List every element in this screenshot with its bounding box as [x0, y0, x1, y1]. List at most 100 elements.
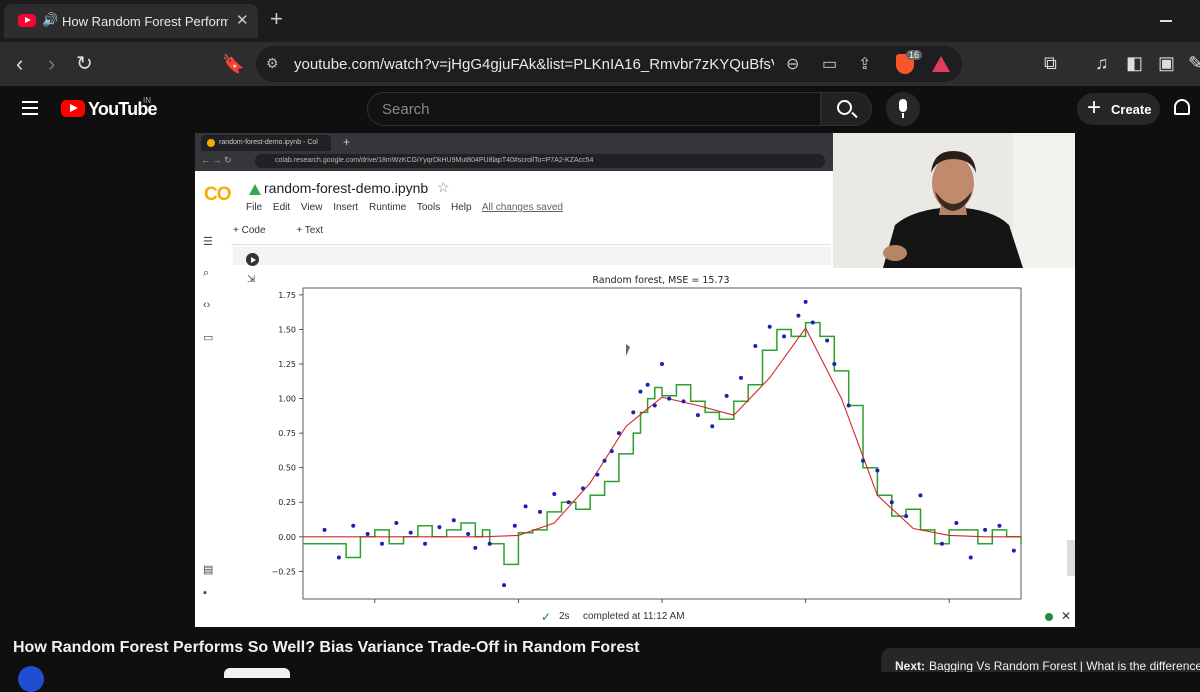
video-nav-icons: ← → ↻ [201, 155, 232, 165]
wallet-icon[interactable]: ▣ [1158, 53, 1175, 74]
sample-point [767, 324, 772, 329]
sample-point [983, 527, 988, 532]
forward-icon[interactable]: › [48, 51, 55, 77]
chart-marks [303, 299, 1022, 588]
speaker-icon[interactable]: 🔊 [42, 12, 58, 28]
youtube-logo-icon[interactable] [61, 100, 85, 117]
site-settings-icon[interactable]: ⚙ [266, 55, 279, 72]
terminal-icon: ▪ [203, 587, 207, 599]
sample-point [738, 375, 743, 380]
command-palette-icon: ▤ [203, 564, 214, 576]
create-label: Create [1111, 102, 1152, 117]
code-snippets-icon: ‹› [203, 299, 211, 311]
y-tick-label: 0.75 [278, 429, 296, 438]
y-tick-label: 1.75 [278, 291, 296, 300]
sample-point [537, 509, 542, 514]
sample-point [660, 362, 664, 367]
video-title: How Random Forest Performs So Well? Bias… [13, 639, 640, 656]
y-tick-label: −0.25 [271, 567, 296, 576]
share-icon[interactable]: ⇪ [858, 54, 871, 74]
country-code: IN [143, 96, 151, 105]
sample-point [861, 458, 866, 463]
add-code-text: Code [241, 225, 266, 236]
sample-point [437, 525, 442, 530]
sample-point [502, 583, 507, 588]
create-button[interactable]: + Create [1077, 93, 1160, 125]
y-tick-label: 1.25 [278, 360, 296, 369]
sample-point [523, 504, 528, 509]
bookmark-icon[interactable]: 🔖 [222, 51, 244, 77]
next-title[interactable]: Bagging Vs Random Forest | What is the d… [929, 659, 1200, 672]
search-tabs-icon[interactable]: ⧉ [1044, 53, 1057, 74]
colab-menu-item: Edit [272, 202, 291, 213]
sidebar-icon[interactable]: ◧ [1126, 53, 1143, 74]
chart-title: Random forest, MSE = 15.73 [592, 275, 729, 286]
true-function-line [303, 327, 1021, 538]
video-player[interactable]: random-forest-demo.ipynb - Col + ← → ↻ c… [195, 133, 1075, 627]
sample-point [609, 449, 614, 454]
files-icon: ▭ [203, 332, 214, 344]
sample-point [336, 555, 341, 560]
search-box[interactable] [367, 92, 821, 126]
close-tab-icon[interactable]: ✕ [236, 11, 249, 29]
search-input[interactable] [368, 93, 820, 125]
colab-logo: CO [204, 184, 231, 205]
notifications-bell-icon[interactable] [1174, 99, 1190, 115]
sample-point [753, 344, 758, 349]
video-browser-chrome: random-forest-demo.ipynb - Col + ← → ↻ c… [195, 133, 833, 171]
search-button[interactable] [820, 92, 872, 126]
sample-point [997, 523, 1002, 528]
up-next-banner[interactable]: Next: Bagging Vs Random Forest | What is … [881, 648, 1200, 672]
sample-point [810, 320, 815, 325]
drive-icon [249, 184, 261, 195]
sample-point [954, 520, 959, 525]
brave-shield-count: 16 [906, 50, 923, 60]
cast-icon[interactable]: ▭ [822, 54, 837, 74]
zoom-icon[interactable]: ⊖ [786, 54, 799, 74]
sample-point [710, 424, 715, 429]
success-check-icon: ✓ [541, 610, 552, 624]
next-label: Next: [895, 659, 926, 672]
subscribe-button[interactable] [224, 668, 290, 678]
reload-icon[interactable]: ↻ [76, 51, 93, 77]
sample-point [616, 431, 621, 436]
add-text-text: Text [304, 225, 324, 236]
colab-menu-bar: File Edit View Insert Runtime Tools Help… [246, 202, 571, 213]
sample-point [595, 472, 600, 477]
hamburger-menu-icon[interactable] [22, 101, 38, 119]
url-text[interactable]: youtube.com/watch?v=jHgG4gjuFAk&list=PLK… [294, 56, 774, 73]
connected-indicator-icon [1045, 613, 1053, 621]
sample-point [451, 518, 456, 523]
sample-point [351, 523, 356, 528]
sample-point [473, 545, 478, 550]
browser-tab[interactable]: 🔊 How Random Forest Performs So Well? Bi… [4, 4, 258, 38]
voice-search-button[interactable] [886, 92, 920, 126]
tab-title: How Random Forest Performs So Well? Bias… [62, 14, 228, 29]
sample-point [846, 403, 851, 408]
new-tab-button[interactable]: + [270, 8, 283, 30]
brave-rewards-icon[interactable] [932, 56, 950, 72]
saved-status: All changes saved [481, 202, 563, 213]
add-text-label: + Text [296, 225, 324, 236]
youtube-favicon-icon [18, 14, 36, 27]
run-cell-icon [246, 253, 259, 266]
plot-frame [302, 287, 1022, 600]
sample-point [322, 527, 327, 532]
sample-point [652, 403, 657, 408]
music-icon[interactable]: ♫ [1095, 53, 1109, 74]
address-bar[interactable]: ⚙ youtube.com/watch?v=jHgG4gjuFAk&list=P… [256, 46, 962, 82]
browser-toolbar: ‹ › ↻ 🔖 ⚙ youtube.com/watch?v=jHgG4gjuFA… [0, 42, 1200, 86]
star-icon: ☆ [437, 179, 450, 195]
video-url-bar: colab.research.google.com/drive/18mWzKCG… [255, 154, 825, 168]
sample-point [645, 382, 650, 387]
sample-point [724, 393, 729, 398]
sample-point [512, 523, 517, 528]
y-tick-label: 0.25 [278, 498, 296, 507]
extensions-icon[interactable]: ✎ [1188, 53, 1200, 74]
back-icon[interactable]: ‹ [16, 51, 23, 77]
sample-point [695, 413, 700, 418]
y-tick-label: 1.50 [278, 325, 296, 334]
sample-point [968, 555, 973, 560]
channel-avatar[interactable] [18, 666, 44, 692]
minimize-window-button[interactable] [1160, 20, 1172, 22]
